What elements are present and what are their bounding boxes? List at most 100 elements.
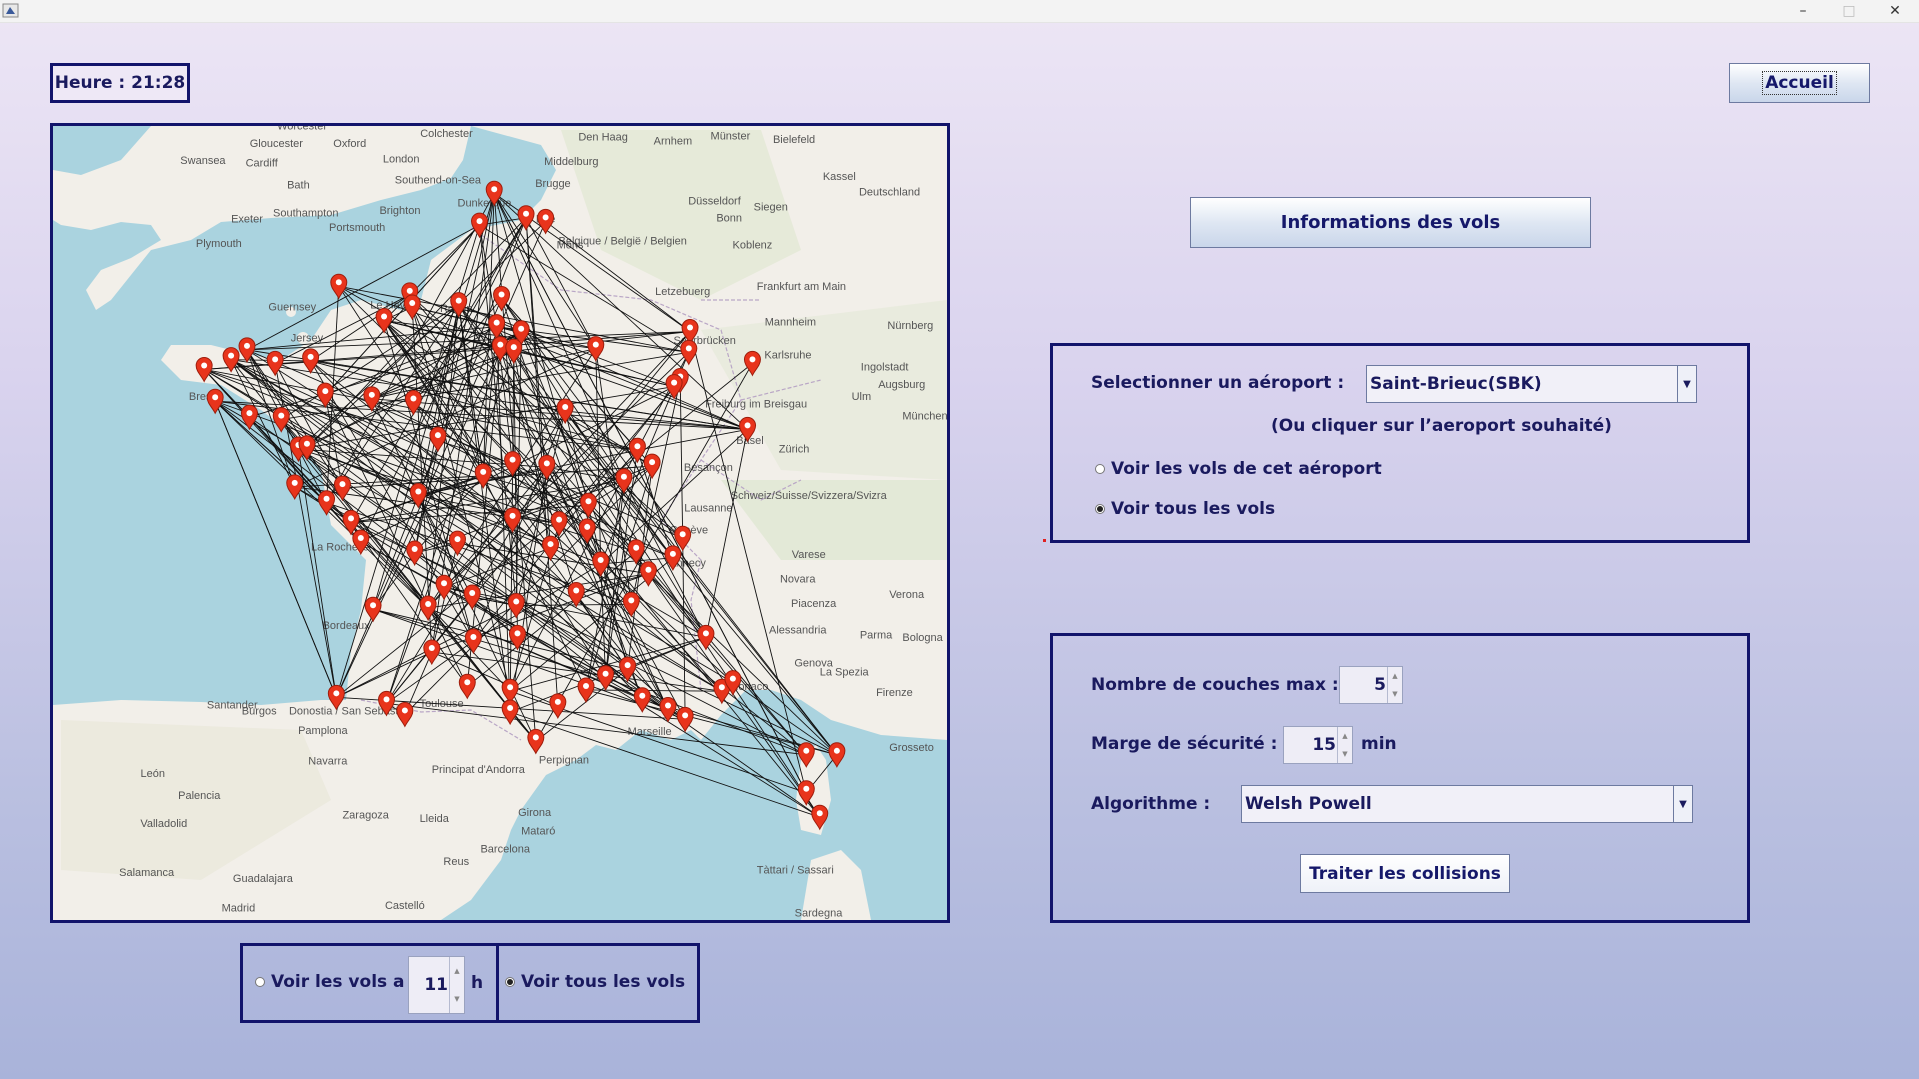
map-place-label: León (141, 768, 165, 780)
map-place-label: Sardegna (795, 907, 844, 919)
map-place-label: Oxford (333, 138, 366, 150)
divider (496, 946, 499, 1020)
map-place-label: Arnhem (654, 135, 693, 147)
map-place-label: Palencia (178, 790, 221, 802)
map-place-label: Siegen (754, 201, 788, 213)
map-place-label: Portsmouth (329, 222, 385, 234)
map-place-label: Münster (711, 130, 751, 142)
radio-all-flights-label: Voir tous les vols (1111, 499, 1276, 519)
radio-dot[interactable] (1095, 464, 1105, 474)
map-place-label: Parma (860, 630, 893, 642)
hour-value: 11 (424, 975, 448, 995)
marge-label: Marge de sécurité : (1091, 734, 1278, 754)
couches-label: Nombre de couches max : (1091, 675, 1339, 695)
map-place-label: Guadalajara (233, 873, 294, 885)
map-place-label: München (902, 411, 947, 423)
spinner-down-icon[interactable]: ▼ (1337, 745, 1352, 763)
radio-dot-selected[interactable] (1095, 504, 1105, 514)
map-place-label: Bielefeld (773, 134, 815, 146)
map-place-label: Karlsruhe (764, 349, 811, 361)
map-place-label: London (383, 154, 420, 166)
accueil-button[interactable]: Accueil (1729, 63, 1870, 103)
radio-airport-flights[interactable]: Voir les vols de cet aéroport (1095, 459, 1382, 479)
stray-red-dot (1043, 539, 1046, 542)
map-place-label: Augsburg (878, 379, 925, 391)
map-place-label: Brighton (379, 205, 420, 217)
map-place-label: Bologna (902, 632, 943, 644)
chevron-down-icon[interactable]: ▼ (1673, 786, 1692, 822)
map-place-label: Grosseto (889, 742, 934, 754)
map-place-label: Varese (792, 549, 826, 561)
map-place-label: Bonn (716, 212, 742, 224)
map-place-label: Plymouth (196, 238, 242, 250)
map-canvas[interactable]: Worcester Swansea Cardiff Gloucester Oxford L… (53, 126, 947, 920)
map-place-label: Ingolstadt (861, 362, 909, 374)
map-place-label: Burgos (242, 705, 277, 717)
airport-panel: Selectionner un aéroport : Saint-Brieuc(… (1050, 343, 1750, 543)
window-titlebar: – □ ✕ (0, 0, 1919, 23)
maximize-button[interactable]: □ (1826, 0, 1872, 22)
map-place-label: Perpignan (539, 754, 589, 766)
couches-spinner[interactable]: 5 ▲ ▼ (1339, 666, 1403, 704)
map-place-label: Gloucester (250, 138, 304, 150)
map-place-label: Reus (443, 856, 469, 868)
map-place-label: Barcelona (480, 844, 530, 856)
clock-label: Heure : 21:28 (50, 63, 190, 103)
map-place-label: Valladolid (140, 818, 187, 830)
map-place-label: Southampton (273, 208, 338, 220)
radio-all-flights[interactable]: Voir tous les vols (1095, 499, 1275, 519)
map-place-label: Southend-on-Sea (395, 175, 482, 187)
spinner-up-icon[interactable]: ▲ (1337, 727, 1352, 745)
algo-dropdown[interactable]: Welsh Powell ▼ (1241, 785, 1693, 823)
map-place-label: Zürich (779, 444, 810, 456)
map-place-label: Pamplona (298, 725, 348, 737)
map-place-label: Jersey (291, 332, 324, 344)
map-place-label: Navarra (308, 756, 348, 768)
spinner-up-icon[interactable]: ▲ (1387, 667, 1402, 685)
map-place-label: Principat d'Andorra (432, 764, 526, 776)
map-place-label: Novara (780, 573, 816, 585)
map-place-label: Schweiz/Suisse/Svizzera/Svizra (731, 490, 888, 502)
map-place-label: Marseille (628, 726, 672, 738)
minimize-button[interactable]: – (1780, 0, 1826, 22)
hour-spinner[interactable]: 11 ▲ ▼ (408, 956, 465, 1014)
radio-all-hours-label: Voir tous les vols (521, 972, 686, 992)
accueil-label: Accueil (1762, 71, 1837, 95)
radio-all-hours[interactable]: Voir tous les vols (505, 972, 685, 992)
map-place-label: Guernsey (268, 302, 316, 314)
spinner-down-icon[interactable]: ▼ (449, 985, 464, 1013)
spinner-down-icon[interactable]: ▼ (1387, 685, 1402, 703)
map-place-label: Salamanca (119, 867, 175, 879)
map-place-label: Koblenz (733, 239, 773, 251)
chevron-down-icon[interactable]: ▼ (1677, 366, 1696, 402)
java-app-icon (2, 3, 19, 18)
marge-unit: min (1361, 734, 1397, 754)
map-place-label: Nürnberg (887, 320, 933, 332)
map-place-label: Piacenza (791, 598, 837, 610)
map-place-label: Bath (287, 179, 310, 191)
radio-airport-flights-label: Voir les vols de cet aéroport (1111, 459, 1382, 479)
flight-map[interactable]: Worcester Swansea Cardiff Gloucester Oxford L… (50, 123, 950, 923)
map-place-label: Deutschland (859, 187, 920, 199)
map-place-label: Exeter (231, 214, 263, 226)
map-place-label: Cardiff (246, 157, 279, 169)
process-collisions-button[interactable]: Traiter les collisions (1300, 854, 1510, 893)
airport-dropdown-value: Saint-Brieuc(SBK) (1370, 374, 1542, 394)
close-button[interactable]: ✕ (1872, 0, 1918, 22)
map-place-label: Düsseldorf (688, 195, 742, 207)
map-place-label: Worcester (277, 126, 327, 133)
map-place-label: Lausanne (684, 502, 732, 514)
map-place-label: Alessandria (769, 625, 827, 637)
map-place-label: Verona (889, 589, 925, 601)
airport-dropdown[interactable]: Saint-Brieuc(SBK) ▼ (1366, 365, 1697, 403)
radio-dot-selected[interactable] (505, 977, 515, 987)
flight-info-button[interactable]: Informations des vols (1190, 197, 1591, 248)
marge-spinner[interactable]: 15 ▲ ▼ (1283, 726, 1353, 764)
map-place-label: Letzebuerg (655, 286, 710, 298)
map-place-label: Ulm (852, 391, 872, 403)
radio-hour-flights-label: Voir les vols a : (271, 972, 418, 992)
map-place-label: Frankfurt am Main (757, 281, 846, 293)
spinner-up-icon[interactable]: ▲ (449, 957, 464, 985)
radio-dot[interactable] (255, 977, 265, 987)
radio-hour-flights[interactable]: Voir les vols a : (255, 972, 417, 992)
